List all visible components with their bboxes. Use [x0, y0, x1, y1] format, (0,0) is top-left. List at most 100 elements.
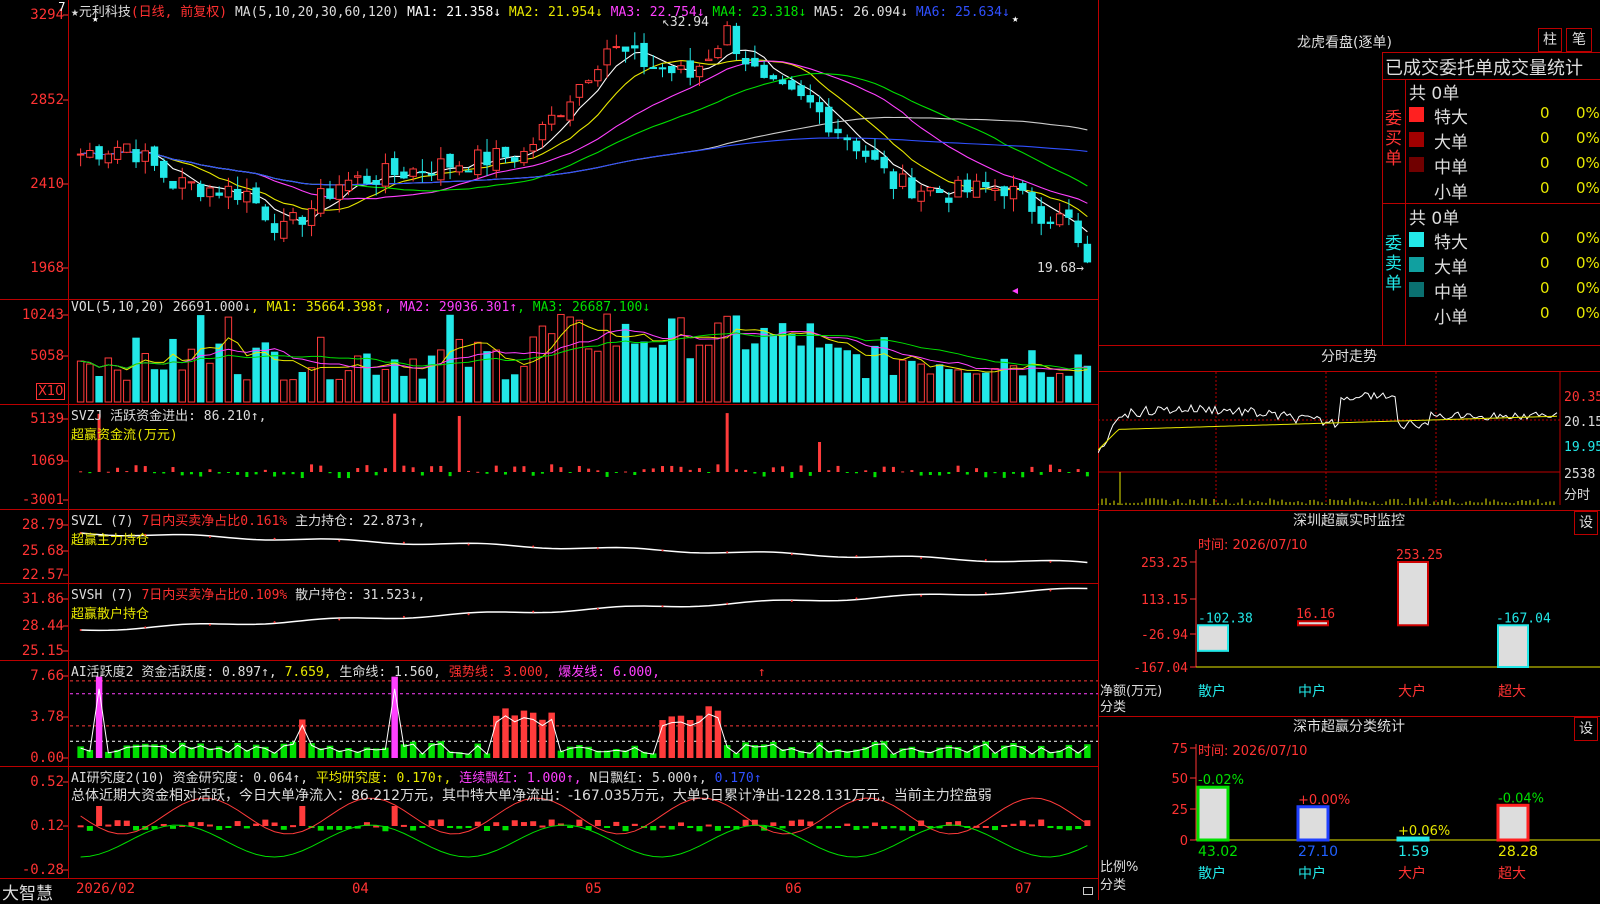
order-percent: 0%	[1576, 104, 1600, 122]
bar-view-button[interactable]: 柱	[1538, 28, 1562, 52]
classify-value-label: 1.59	[1398, 844, 1429, 860]
flow-bar	[1011, 472, 1015, 474]
kline-legend: ★元利科技(日线, 前复权) MA(5,10,20,30,60,120) MA1…	[71, 1, 1010, 20]
order-row: 中单 0 0%	[1406, 278, 1600, 303]
volume-bar	[298, 372, 307, 403]
research-bar	[410, 826, 417, 831]
volume-bar	[769, 334, 778, 403]
sell-label: 委卖单	[1385, 234, 1402, 294]
main-holding-line-dot	[467, 543, 470, 546]
flow-bar	[836, 465, 840, 472]
research-bar	[493, 822, 500, 826]
svzl-pane[interactable]: 28.79 25.68 22.57 SVZL (7) 7日内买卖净占比0.161…	[0, 509, 1098, 584]
research-bar	[687, 826, 694, 828]
candle-body	[270, 223, 279, 233]
research-bar	[502, 826, 509, 831]
flow-bar	[845, 472, 849, 473]
flow-bar	[503, 472, 507, 475]
stock-name[interactable]: ★元利科技	[71, 5, 131, 20]
ai-research-pane[interactable]: 0.52 0.12 -0.28 AI研究度2(10) 资金研究度: 0.064↑…	[0, 766, 1098, 878]
tick-view-button[interactable]: 笔	[1566, 28, 1592, 52]
flow-bar	[864, 470, 868, 472]
classify-bar	[1296, 805, 1330, 842]
research-bar	[659, 825, 666, 828]
research-bar	[853, 826, 860, 830]
candle-body	[510, 157, 519, 162]
intraday-panel[interactable]: 分时走势 20.35 20.15 19.95 2538 分时	[1098, 345, 1600, 511]
intraday-title: 分时走势	[1098, 345, 1600, 372]
flow-bar	[134, 465, 138, 472]
ai-active-pane[interactable]: 7.66 3.78 0.00 AI活跃度2 资金活跃度: 0.897↑, 7.6…	[0, 660, 1098, 767]
classify-bar	[1196, 785, 1230, 842]
flow-bar	[661, 466, 665, 472]
flow-bar	[670, 465, 674, 472]
candle-body	[215, 192, 223, 196]
volume-bar	[889, 374, 898, 403]
volume-bar	[1037, 372, 1045, 403]
volume-bar	[132, 337, 140, 403]
flow-bar	[707, 472, 711, 473]
kline-pane[interactable]: 3294 2852 2410 1968 7 ★元利科技(日线, 前复权) MA(…	[0, 0, 1098, 300]
candle-body	[132, 149, 140, 163]
candle-body	[363, 175, 371, 184]
volume-bar	[335, 378, 343, 403]
flow-bar	[596, 470, 600, 472]
volume-bar	[991, 368, 999, 403]
flow-bar	[781, 466, 785, 472]
volume-bar	[1018, 375, 1027, 403]
flow-bar	[744, 469, 748, 472]
research-bar	[511, 820, 518, 826]
flow-bar	[910, 470, 914, 472]
research-bar	[622, 826, 629, 832]
flow-bar	[624, 471, 628, 473]
research-bar	[1056, 826, 1063, 830]
flow-bar	[891, 466, 895, 472]
candle-body	[557, 115, 565, 118]
research-bar	[456, 826, 463, 829]
order-type-label: 大单	[1434, 258, 1468, 278]
svsh-pane[interactable]: 31.86 28.44 25.15 SVSH (7) 7日内买卖净占比0.109…	[0, 583, 1098, 661]
retail-holding-line-dot	[984, 592, 987, 595]
research-bar	[899, 826, 906, 831]
volume-bar	[169, 338, 177, 403]
brand-logo[interactable]: 大智慧	[2, 879, 53, 904]
candle-body	[280, 220, 288, 239]
volume-bar	[982, 372, 990, 403]
volume-bar	[427, 355, 436, 403]
classify-value-label: 28.28	[1498, 844, 1538, 860]
order-count: 0	[1540, 104, 1550, 122]
candle-body	[335, 184, 343, 200]
flow-bar	[947, 472, 951, 474]
lock-icon[interactable]	[1083, 887, 1093, 895]
flow-bar	[993, 472, 997, 474]
volume-bar	[1074, 354, 1082, 403]
chart-area[interactable]: 3294 2852 2410 1968 7 ★元利科技(日线, 前复权) MA(…	[0, 0, 1099, 904]
volume-bar	[86, 363, 94, 403]
research-bar	[327, 826, 333, 830]
candle-body	[603, 48, 611, 66]
research-bar	[714, 826, 721, 831]
volume-bar	[123, 379, 131, 403]
candle-body	[898, 173, 907, 187]
kline-chart[interactable]	[0, 0, 1098, 299]
svzj-pane[interactable]: 5139 1069 -3001 SVZJ 活跃资金进出: 86.210↑, 超赢…	[0, 404, 1098, 510]
classify-y-label: 0	[1180, 834, 1188, 849]
order-count: 0	[1540, 279, 1550, 297]
flow-bar	[226, 472, 230, 473]
research-bar	[114, 820, 121, 826]
candle-body	[621, 46, 630, 52]
period-mode[interactable]: (日线, 前复权)	[131, 5, 227, 20]
flow-bar	[171, 467, 175, 472]
candle-body	[704, 58, 713, 62]
research-bar	[484, 826, 491, 831]
flow-bar	[245, 472, 249, 477]
ma-legend-item: MA5: 26.094↓	[806, 5, 909, 20]
candle-body	[206, 187, 214, 198]
flow-bar	[873, 472, 877, 478]
volume-pane[interactable]: 10243 5058 X10 VOL(5,10,20) 26691.000↓, …	[0, 299, 1098, 405]
volume-bar	[317, 336, 325, 403]
candle-body	[658, 67, 667, 70]
intraday-chart[interactable]	[1098, 372, 1600, 510]
volume-bar	[492, 349, 500, 403]
ai-research-legend: AI研究度2(10) 资金研究度: 0.064↑, 平均研究度: 0.170↑,…	[71, 771, 762, 786]
